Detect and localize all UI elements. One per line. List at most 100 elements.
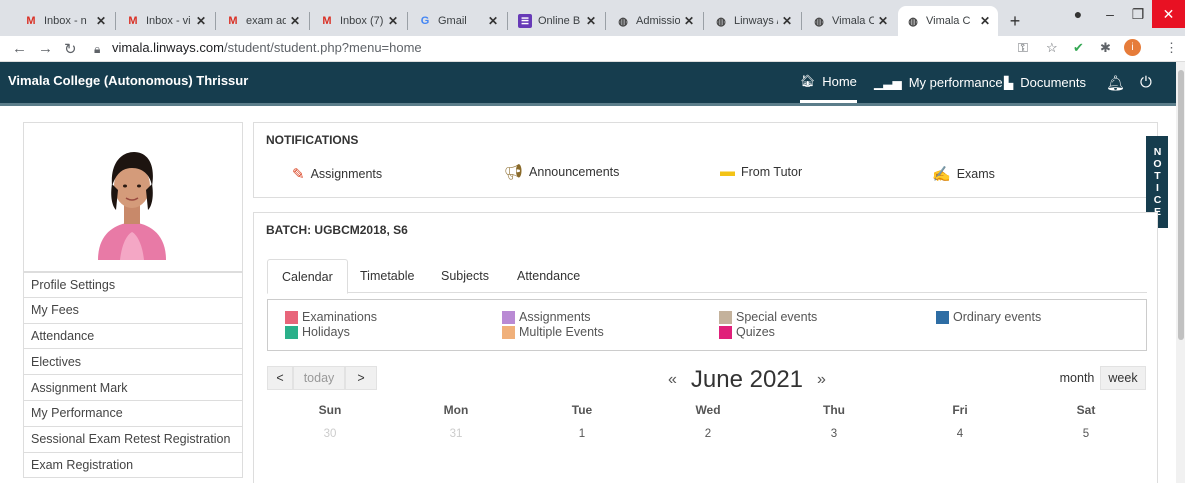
calendar-today-button[interactable]: today (293, 366, 345, 390)
close-icon[interactable]: ✕ (96, 14, 106, 28)
close-icon[interactable]: ✕ (196, 14, 206, 28)
profile-dot-icon[interactable]: ● (1066, 0, 1090, 28)
close-icon[interactable]: ✕ (388, 14, 398, 28)
menu-dots-icon[interactable]: ⋮ (1165, 40, 1178, 56)
tab-label: Online B (538, 15, 581, 27)
browser-tab[interactable]: M exam adi ✕ (218, 6, 308, 36)
new-tab-button[interactable]: + (1002, 6, 1028, 36)
browser-tab[interactable]: ◍ Vimala C ✕ (804, 6, 896, 36)
calendar-prev-button[interactable]: < (267, 366, 293, 390)
minimize-icon[interactable]: – (1096, 0, 1124, 28)
power-icon[interactable]: ⏻ (1140, 62, 1152, 103)
sidebar-item-assignment-mark[interactable]: Assignment Mark (23, 375, 243, 401)
notification-exams[interactable]: ✍ Exams (932, 165, 995, 183)
sidebar-item-sessional-exam-retest[interactable]: Sessional Exam Retest Registration (23, 426, 243, 453)
nav-my-performance[interactable]: ▁▃▅ My performance (874, 62, 1003, 103)
browser-tab[interactable]: M Inbox (7) ✕ (312, 6, 406, 36)
view-week-button[interactable]: week (1100, 366, 1146, 390)
key-icon[interactable]: ⚿ (1018, 40, 1028, 56)
gmail-icon: M (26, 15, 36, 27)
dow-sun: Sun (318, 403, 342, 417)
reload-icon[interactable]: ↻ (64, 40, 77, 58)
calendar-day[interactable]: 5 (1023, 428, 1149, 440)
tab-subjects[interactable]: Subjects (427, 259, 503, 293)
close-icon[interactable]: ✕ (878, 14, 888, 28)
notification-label: Announcements (529, 165, 620, 179)
browser-tab[interactable]: M Inbox - n ✕ (16, 6, 114, 36)
calendar-day[interactable]: 30 (267, 428, 393, 440)
tab-label: Linways / (734, 15, 778, 27)
forward-icon[interactable]: → (38, 40, 53, 57)
gmail-icon: M (322, 15, 332, 27)
bell-icon[interactable]: 🔔︎ (1106, 62, 1125, 103)
calendar-title: June 2021 (690, 366, 804, 393)
close-icon[interactable]: ✕ (290, 14, 300, 28)
brand-title[interactable]: Vimala College (Autonomous) Thrissur (8, 73, 248, 88)
calendar-day[interactable]: 4 (897, 428, 1023, 440)
sidebar-item-electives[interactable]: Electives (23, 349, 243, 376)
prev-month-button[interactable]: « (668, 371, 677, 389)
notification-from-tutor[interactable]: ▬ From Tutor (720, 163, 802, 180)
calendar-day[interactable]: 31 (393, 428, 519, 440)
browser-tab[interactable]: G Gmail ✕ (410, 6, 506, 36)
sidebar-item-exam-registration[interactable]: Exam Registration (23, 452, 243, 479)
tab-label: Vimala C (926, 15, 971, 27)
browser-tab[interactable]: ◍ Linways / ✕ (706, 6, 800, 36)
legend-swatch (502, 325, 515, 339)
globe-icon: ◍ (908, 15, 918, 28)
tab-label: Vimala C (832, 15, 874, 27)
nav-documents[interactable]: ▙ Documents (1004, 62, 1086, 103)
dow-thu: Thu (823, 403, 845, 417)
close-icon[interactable]: ✕ (586, 14, 596, 28)
sidebar-item-my-fees[interactable]: My Fees (23, 297, 243, 324)
tab-timetable[interactable]: Timetable (346, 259, 428, 293)
close-icon[interactable]: ✕ (782, 14, 792, 28)
browser-tab[interactable]: M Inbox - vi ✕ (118, 6, 214, 36)
browser-tab[interactable]: ☰ Online B ✕ (510, 6, 604, 36)
calendar-day[interactable]: 3 (771, 428, 897, 440)
notifications-title: NOTIFICATIONS (266, 133, 359, 147)
star-icon[interactable]: ☆ (1046, 40, 1058, 56)
megaphone-icon: 📢︎ (504, 164, 524, 181)
tab-calendar[interactable]: Calendar (267, 259, 348, 294)
legend-label: Examinations (302, 310, 378, 324)
url-field[interactable]: vimala.linways.com/student/student.php?m… (112, 40, 422, 55)
calendar-day[interactable]: 1 (519, 428, 645, 440)
tab-divider (507, 12, 508, 30)
calendar-day[interactable]: 2 (645, 428, 771, 440)
close-window-icon[interactable]: ✕ (1152, 0, 1185, 28)
dow-fri: Fri (952, 403, 968, 417)
next-month-button[interactable]: » (817, 371, 826, 389)
page-scrollbar-thumb[interactable] (1178, 70, 1184, 340)
tab-attendance[interactable]: Attendance (503, 259, 594, 293)
legend-examinations: Examinations (285, 310, 377, 324)
browser-tab[interactable]: ◍ Admissio ✕ (608, 6, 702, 36)
close-icon[interactable]: ✕ (980, 14, 990, 28)
close-icon[interactable]: ✕ (684, 14, 694, 28)
notification-assignments[interactable]: ✎ Assignments (292, 165, 382, 183)
puzzle-icon[interactable]: ✱ (1100, 40, 1111, 56)
google-icon: G (420, 15, 430, 27)
back-icon[interactable]: ← (12, 40, 27, 57)
browser-tab-strip: M Inbox - n ✕ M Inbox - vi ✕ M exam adi … (0, 0, 1185, 36)
view-month-button[interactable]: month (1054, 366, 1100, 390)
calendar-next-button[interactable]: > (345, 366, 377, 390)
notification-announcements[interactable]: 📢︎ Announcements (504, 163, 619, 181)
check-extension-icon[interactable]: ✔ (1073, 40, 1084, 56)
restore-icon[interactable]: ❐ (1124, 0, 1152, 28)
sidebar-item-attendance[interactable]: Attendance (23, 323, 243, 350)
home-icon: 🏠︎ (800, 74, 816, 88)
profile-avatar-icon[interactable]: i (1124, 39, 1141, 56)
lock-icon[interactable]: 🔒︎ (94, 42, 100, 57)
close-icon[interactable]: ✕ (488, 14, 498, 28)
legend-holidays: Holidays (285, 325, 350, 339)
sidebar-item-my-performance[interactable]: My Performance (23, 400, 243, 427)
nav-home[interactable]: 🏠︎ Home (800, 62, 857, 103)
batch-panel: BATCH: UGBCM2018, S6 Calendar Timetable … (253, 212, 1158, 483)
notifications-panel: NOTIFICATIONS ✎ Assignments 📢︎ Announcem… (253, 122, 1158, 198)
forms-icon: ☰ (518, 14, 532, 28)
sidebar-item-profile-settings[interactable]: Profile Settings (23, 272, 243, 298)
bar-chart-icon: ▁▃▅ (874, 75, 902, 90)
dow-wed: Wed (695, 403, 721, 417)
browser-tab-active[interactable]: ◍ Vimala C ✕ (898, 6, 998, 36)
